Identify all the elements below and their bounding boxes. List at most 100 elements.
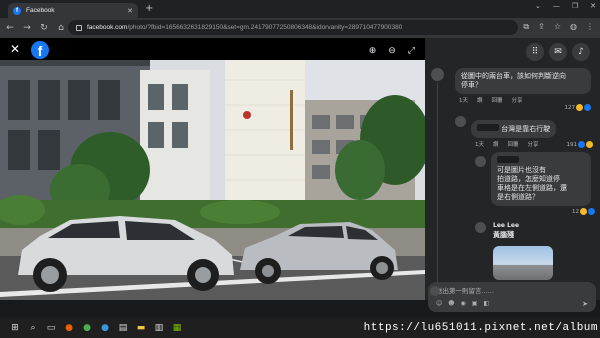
like-link[interactable]: 讚 [493, 140, 499, 148]
task-view-icon[interactable]: ▭ [42, 318, 60, 338]
avatar[interactable] [475, 222, 486, 233]
close-viewer-icon[interactable]: ✕ [10, 42, 20, 56]
gif-icon[interactable]: ▣ [472, 300, 478, 307]
haha-reaction-icon [580, 208, 587, 215]
comment-text: 停車？ [461, 81, 482, 89]
viewer-tools: ⊕ ⊖ ⤢ [369, 46, 415, 56]
menu-dots-icon[interactable]: ⋮ [586, 22, 594, 32]
app-icon[interactable]: ▥ [150, 318, 168, 338]
tab-close-icon[interactable]: ✕ [127, 7, 133, 15]
browser-toolbar: ← → ↻ ⌂ facebook.com/photo/?fbid=1656632… [0, 18, 600, 38]
share-link[interactable]: 分享 [512, 96, 523, 104]
comment-text: 拍道路，怎麼知道停 [497, 175, 560, 183]
thread-line [437, 82, 438, 300]
reaction-count[interactable]: 127 [565, 104, 591, 111]
edge-icon[interactable]: ● [96, 318, 114, 338]
apps-grid-icon[interactable]: ⠿ [526, 43, 544, 61]
url-text[interactable]: facebook.com/photo/?fbid=165663263182915… [87, 24, 402, 31]
comment-input[interactable]: 送出第一則留言...... ☺ ☻ ◉ ▣ ◧ ➤ [428, 282, 596, 312]
bookmark-star-icon[interactable]: ☆ [554, 22, 561, 32]
chevron-down-icon[interactable]: ⌄ [535, 2, 541, 10]
comment-text: 台灣是靠右行駛 [501, 125, 551, 133]
firefox-icon[interactable]: ● [60, 318, 78, 338]
comment-bubble: 從圖中的兩台車，該如何判斷逆向 停車？ [455, 68, 591, 94]
address-bar[interactable]: facebook.com/photo/?fbid=165663263182915… [68, 20, 518, 35]
haha-reaction-icon [576, 104, 583, 111]
like-link[interactable]: 讚 [477, 96, 483, 104]
start-menu-icon[interactable]: ⊞ [6, 318, 24, 338]
facebook-logo-icon[interactable]: f [31, 41, 49, 59]
app-icon[interactable]: ▦ [168, 318, 186, 338]
like-reaction-icon [578, 141, 585, 148]
haha-reaction-icon [586, 141, 593, 148]
photo-image[interactable] [0, 60, 425, 300]
notifications-bell-icon[interactable]: ♪ [572, 43, 590, 61]
messenger-icon[interactable]: ✉ [549, 43, 567, 61]
comment-2: 台灣是靠右行駛 1天 讚 回覆 分享 191 [471, 116, 593, 148]
avatar[interactable] [455, 116, 466, 127]
share-icon[interactable]: ⇪ [538, 22, 545, 32]
search-icon[interactable]: ⌕ [24, 318, 42, 338]
comment-text: 可是圖片也沒有 [497, 166, 546, 174]
sticker-icon[interactable]: ◧ [483, 300, 489, 307]
share-link[interactable]: 分享 [528, 140, 539, 148]
comment-bubble: 可是圖片也沒有 拍道路，怎麼知道停 車格是在左側道路，還 是右側道路？ [491, 152, 591, 206]
comment-input-tools: ☺ ☻ ◉ ▣ ◧ [436, 300, 489, 307]
profile-icon[interactable]: ◍ [570, 22, 577, 32]
minimize-button[interactable]: — [553, 2, 560, 10]
watermark: https://lu651011.pixnet.net/album [363, 322, 598, 334]
reply-link[interactable]: 回覆 [492, 96, 503, 104]
avatar[interactable] [430, 286, 440, 296]
browser-window: f Facebook ✕ + ⌄ — ❐ ✕ ← → ↻ ⌂ facebook.… [0, 0, 600, 338]
maximize-button[interactable]: ❐ [572, 2, 578, 10]
comment-text: 是右側道路？ [497, 193, 539, 201]
photo-viewer: ✕ f ⊕ ⊖ ⤢ [0, 38, 425, 300]
tab-title: Facebook [26, 7, 55, 14]
comment-time[interactable]: 1天 [459, 96, 468, 104]
comment-text: 黃腦殘 [493, 231, 514, 239]
comments-panel: ⠿ ✉ ♪ 從圖中的兩台車，該如何判斷逆向 停車？ 1天 讚 回覆 分享 127 [425, 38, 600, 300]
home-icon[interactable]: ⌂ [54, 23, 68, 33]
cast-icon[interactable]: ⧉ [523, 22, 529, 32]
chrome-icon[interactable]: ● [78, 318, 96, 338]
zoom-out-icon[interactable]: ⊖ [388, 46, 396, 56]
close-window-button[interactable]: ✕ [590, 2, 596, 10]
comment-4: Lee Lee 黃腦殘 [493, 222, 593, 280]
street-photo [0, 60, 425, 300]
emoji-icon[interactable]: ☻ [448, 300, 454, 307]
comment-meta: 1天 讚 回覆 分享 [455, 96, 591, 104]
zoom-in-icon[interactable]: ⊕ [369, 46, 377, 56]
toolbar-actions: ⧉ ⇪ ☆ ◍ ⋮ [523, 22, 594, 32]
file-explorer-icon[interactable]: ▬ [132, 318, 150, 338]
window-controls: ⌄ — ❐ ✕ [535, 2, 596, 10]
forward-arrow-icon[interactable]: → [20, 23, 34, 33]
comment-1: 從圖中的兩台車，該如何判斷逆向 停車？ 1天 讚 回覆 分享 127 [455, 68, 591, 111]
commenter-name[interactable]: Lee Lee [493, 222, 593, 229]
reload-icon[interactable]: ↻ [37, 23, 51, 33]
panel-header: ⠿ ✉ ♪ [425, 38, 600, 66]
reaction-count[interactable]: 191 [567, 141, 593, 148]
comment-input-placeholder[interactable]: 送出第一則留言...... [436, 285, 494, 295]
avatar-sticker-icon[interactable]: ☺ [436, 300, 442, 307]
comment-text: 車格是在左側道路，還 [497, 184, 567, 192]
comment-time[interactable]: 1天 [475, 140, 484, 148]
redacted-name [497, 156, 519, 163]
back-arrow-icon[interactable]: ← [3, 23, 17, 33]
avatar[interactable] [431, 68, 444, 81]
comment-text: 從圖中的兩台車，該如何判斷逆向 [461, 72, 566, 80]
tab-facebook[interactable]: f Facebook ✕ [8, 3, 138, 18]
redacted-name [477, 124, 499, 131]
like-reaction-icon [584, 104, 591, 111]
reaction-count[interactable]: 12 [572, 208, 595, 215]
new-tab-button[interactable]: + [145, 3, 153, 15]
comment-photo[interactable] [493, 246, 553, 280]
app-icon[interactable]: ▤ [114, 318, 132, 338]
reply-link[interactable]: 回覆 [508, 140, 519, 148]
camera-icon[interactable]: ◉ [461, 300, 466, 307]
comment-3: 可是圖片也沒有 拍道路，怎麼知道停 車格是在左側道路，還 是右側道路？ 12 [491, 152, 595, 215]
avatar[interactable] [475, 156, 486, 167]
fullscreen-icon[interactable]: ⤢ [408, 46, 415, 56]
lock-icon[interactable] [76, 24, 82, 31]
send-icon[interactable]: ➤ [582, 300, 588, 308]
comment-bubble: 台灣是靠右行駛 [471, 120, 557, 138]
